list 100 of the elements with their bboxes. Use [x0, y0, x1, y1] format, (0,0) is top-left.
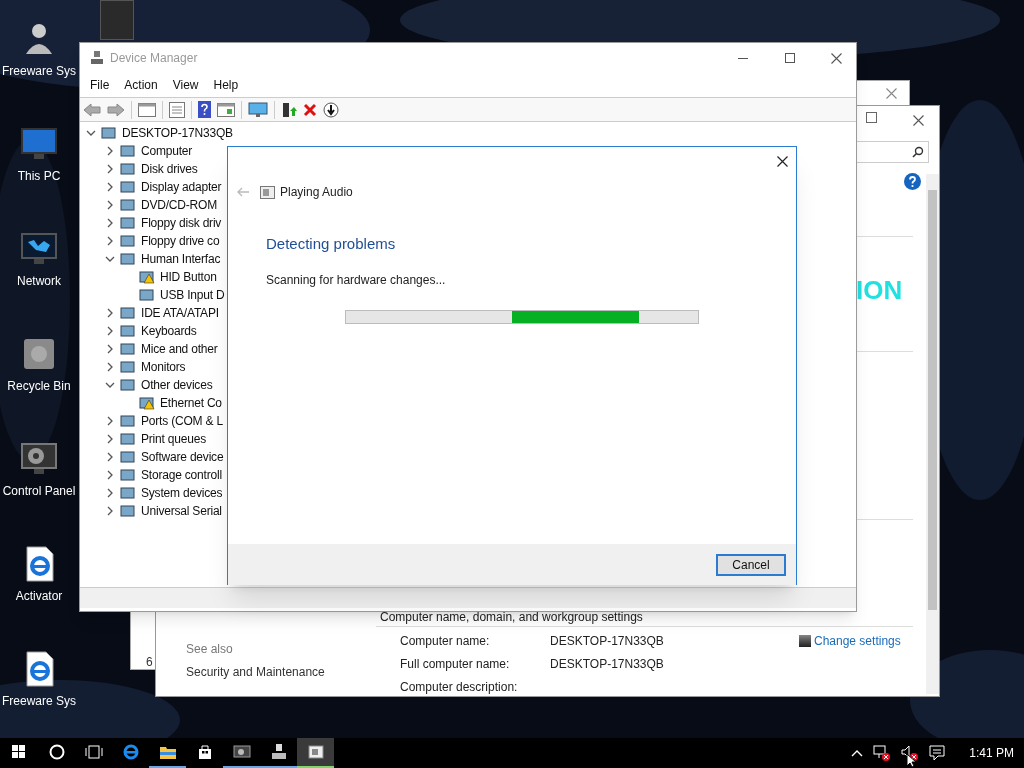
tree-item[interactable]: Storage controll: [141, 466, 222, 484]
tree-item[interactable]: USB Input D: [160, 286, 225, 304]
expanded-chevron-icon[interactable]: [86, 128, 96, 138]
collapsed-chevron-icon[interactable]: [105, 434, 115, 444]
collapsed-chevron-icon[interactable]: [105, 362, 115, 372]
device-icon: [120, 324, 136, 338]
device-icon: [120, 360, 136, 374]
icon-label[interactable]: Recycle Bin: [7, 377, 71, 395]
tree-item[interactable]: System devices: [141, 484, 223, 502]
properties-icon[interactable]: [138, 102, 156, 117]
close-icon[interactable]: [913, 115, 924, 126]
tree-item[interactable]: Keyboards: [141, 322, 197, 340]
collapsed-chevron-icon[interactable]: [105, 164, 115, 174]
tree-item[interactable]: Display adapter: [141, 178, 222, 196]
maximize-icon[interactable]: [866, 112, 877, 123]
back-icon[interactable]: [83, 102, 101, 117]
status-text: Scanning for hardware changes...: [266, 272, 446, 289]
tree-item[interactable]: Computer: [141, 142, 193, 160]
properties-icon[interactable]: [217, 102, 235, 117]
help-icon[interactable]: [904, 173, 921, 190]
list-icon[interactable]: [169, 101, 185, 118]
icon-label[interactable]: Activator: [15, 587, 63, 605]
collapsed-chevron-icon[interactable]: [105, 218, 115, 228]
collapsed-chevron-icon[interactable]: [105, 452, 115, 462]
tree-item[interactable]: Ethernet Co: [160, 394, 222, 412]
windows-icon: [10, 743, 28, 761]
tree-item[interactable]: Floppy drive co: [141, 232, 220, 250]
circle-icon: [47, 743, 66, 761]
tree-item[interactable]: Human Interfac: [141, 250, 221, 268]
menu-item[interactable]: Help: [213, 76, 239, 94]
download-icon[interactable]: [323, 101, 339, 118]
section-title: Computer name, domain, and workgroup settings: [380, 609, 643, 626]
change-settings-link[interactable]: Change settings: [814, 632, 901, 650]
device-icon: [120, 144, 136, 158]
tree-item[interactable]: IDE ATA/ATAPI: [141, 304, 219, 322]
collapsed-chevron-icon[interactable]: [105, 308, 115, 318]
clock[interactable]: 1:41 PM: [955, 744, 1014, 762]
maximize-icon[interactable]: [785, 53, 795, 63]
tree-item[interactable]: Monitors: [141, 358, 186, 376]
network-error-icon[interactable]: [873, 745, 892, 761]
icon-label[interactable]: Network: [17, 272, 61, 290]
device-icon: [120, 216, 136, 230]
task-view-icon: [84, 743, 103, 761]
chevron-up-icon[interactable]: [851, 749, 864, 757]
device-icon: [120, 432, 136, 446]
menu-item[interactable]: View: [172, 76, 199, 94]
menu-item[interactable]: File: [90, 76, 110, 94]
collapsed-chevron-icon[interactable]: [105, 200, 115, 210]
tree-item[interactable]: Ports (COM & L: [141, 412, 223, 430]
close-icon[interactable]: [831, 53, 842, 64]
tree-item[interactable]: Mice and other: [141, 340, 218, 358]
collapsed-chevron-icon[interactable]: [105, 182, 115, 192]
device-icon: [120, 342, 136, 356]
computer-name[interactable]: DESKTOP-17N33QB: [122, 124, 233, 142]
collapsed-chevron-icon[interactable]: [105, 488, 115, 498]
help-icon[interactable]: [198, 101, 211, 118]
tree-item[interactable]: Other devices: [141, 376, 213, 394]
device-icon: [120, 486, 136, 500]
expanded-chevron-icon[interactable]: [105, 254, 115, 264]
icon-label[interactable]: This PC: [17, 167, 61, 185]
icon-label[interactable]: Freeware Sys: [2, 62, 76, 80]
collapsed-chevron-icon[interactable]: [105, 344, 115, 354]
collapsed-chevron-icon[interactable]: [105, 470, 115, 480]
cancel-button[interactable]: Cancel: [716, 554, 786, 576]
device-icon: [120, 450, 136, 464]
tree-item[interactable]: DVD/CD-ROM: [141, 196, 217, 214]
tree-item[interactable]: HID Button: [160, 268, 217, 286]
gear-monitor-icon: [232, 743, 251, 761]
section-label: See also: [186, 641, 233, 658]
close-icon[interactable]: [777, 156, 788, 167]
field-value: DESKTOP-17N33QB: [550, 656, 664, 673]
security-link[interactable]: Security and Maintenance: [186, 663, 325, 681]
collapsed-chevron-icon[interactable]: [105, 506, 115, 516]
expanded-chevron-icon[interactable]: [105, 380, 115, 390]
icon-label[interactable]: Freeware Sys: [2, 692, 76, 710]
update-driver-icon[interactable]: [281, 101, 297, 118]
collapsed-chevron-icon[interactable]: [105, 326, 115, 336]
device-icon: [120, 504, 136, 518]
tree-item[interactable]: Universal Serial: [141, 502, 222, 520]
field-value: DESKTOP-17N33QB: [550, 633, 664, 650]
tree-item[interactable]: Disk drives: [141, 160, 198, 178]
heading: Detecting problems: [266, 234, 396, 254]
collapsed-chevron-icon[interactable]: [105, 236, 115, 246]
forward-icon[interactable]: [107, 102, 125, 117]
action-center-icon[interactable]: [929, 745, 946, 761]
collapsed-chevron-icon[interactable]: [105, 146, 115, 156]
menu-item[interactable]: Action: [124, 76, 158, 94]
taskbar-button[interactable]: [297, 738, 334, 768]
icon-label[interactable]: Control Panel: [2, 482, 76, 500]
device-icon: [120, 252, 136, 266]
device-icon: [120, 234, 136, 248]
window-title: Device Manager: [110, 50, 198, 67]
tree-item[interactable]: Software device: [141, 448, 224, 466]
delete-icon[interactable]: [303, 102, 317, 117]
collapsed-chevron-icon[interactable]: [105, 416, 115, 426]
scrollbar-thumb[interactable]: [928, 190, 937, 610]
scrollbar[interactable]: [926, 174, 939, 694]
tree-item[interactable]: Print queues: [141, 430, 206, 448]
monitor-icon[interactable]: [248, 101, 268, 118]
tree-item[interactable]: Floppy disk driv: [141, 214, 222, 232]
